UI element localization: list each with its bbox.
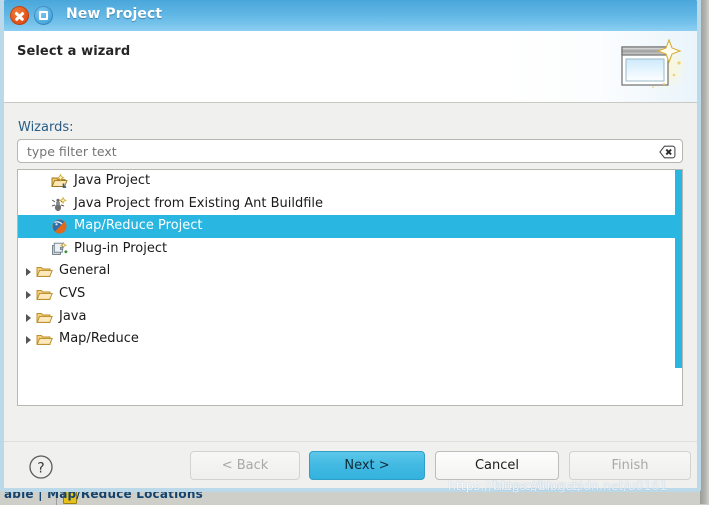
folder-icon: [36, 309, 53, 326]
back-button[interactable]: < Back: [190, 451, 300, 480]
tree-row[interactable]: Java Project from Existing Ant Buildfile: [18, 193, 682, 216]
tree-row[interactable]: Map/Reduce Project: [18, 215, 682, 238]
tree-row[interactable]: Java: [18, 306, 682, 329]
next-button[interactable]: Next >: [309, 451, 425, 480]
folder-icon: [36, 331, 53, 348]
tree-row[interactable]: General: [18, 260, 682, 283]
tree-row[interactable]: Plug-in Project: [18, 238, 682, 261]
java-project-icon: [51, 173, 68, 190]
dialog-button-bar: ? < Back Next > Cancel Finish: [4, 441, 697, 488]
ant-buildfile-icon: [51, 196, 68, 213]
help-icon[interactable]: ?: [28, 454, 54, 480]
workbench-right-edge: [700, 0, 709, 504]
tree-scrollbar-thumb[interactable]: [675, 170, 682, 368]
page-title: Select a wizard: [17, 44, 131, 59]
tree-row[interactable]: Java Project: [18, 170, 682, 193]
tree-row-label: Java: [59, 308, 87, 324]
folder-icon: [36, 263, 53, 280]
clear-filter-icon[interactable]: [659, 144, 676, 159]
chevron-right-icon[interactable]: [26, 313, 31, 322]
tree-row-label: CVS: [59, 285, 86, 301]
tree-row[interactable]: Map/Reduce: [18, 328, 682, 351]
filter-field-wrapper[interactable]: [17, 139, 683, 163]
filter-input[interactable]: [27, 143, 587, 160]
cancel-button[interactable]: Cancel: [435, 451, 559, 480]
dialog-title: New Project: [66, 6, 163, 22]
dialog-header: Select a wizard: [4, 31, 697, 103]
wizard-tree[interactable]: Java Project Java Project from Existing A…: [17, 169, 683, 406]
maximize-icon[interactable]: [34, 6, 53, 25]
tree-scrollbar-track[interactable]: [675, 170, 682, 405]
plugin-project-icon: [51, 241, 68, 258]
finish-button[interactable]: Finish: [569, 451, 691, 480]
chevron-right-icon[interactable]: [26, 268, 31, 277]
dialog-titlebar[interactable]: New Project: [4, 0, 697, 31]
wizards-label: Wizards:: [18, 120, 74, 135]
tree-row-label: Map/Reduce: [59, 331, 139, 347]
dialog-body: Wizards: Java Project Java Project from E…: [4, 103, 697, 441]
tree-row-label: General: [59, 263, 111, 279]
chevron-right-icon[interactable]: [26, 336, 31, 345]
svg-text:?: ?: [37, 461, 44, 477]
tree-row-label: Plug-in Project: [74, 240, 168, 256]
tree-row[interactable]: CVS: [18, 283, 682, 306]
map-reduce-project-icon: [51, 218, 68, 235]
tree-row-label: Java Project from Existing Ant Buildfile: [74, 195, 324, 211]
wizard-sparkle-icon: [617, 37, 689, 97]
close-icon[interactable]: [10, 6, 29, 25]
folder-icon: [36, 286, 53, 303]
tree-row-label: Java Project: [74, 173, 151, 188]
chevron-right-icon[interactable]: [26, 290, 31, 299]
new-project-dialog: New Project Select a wizard Wizards: typ…: [0, 0, 701, 492]
tree-row-label: Map/Reduce Project: [74, 218, 203, 234]
